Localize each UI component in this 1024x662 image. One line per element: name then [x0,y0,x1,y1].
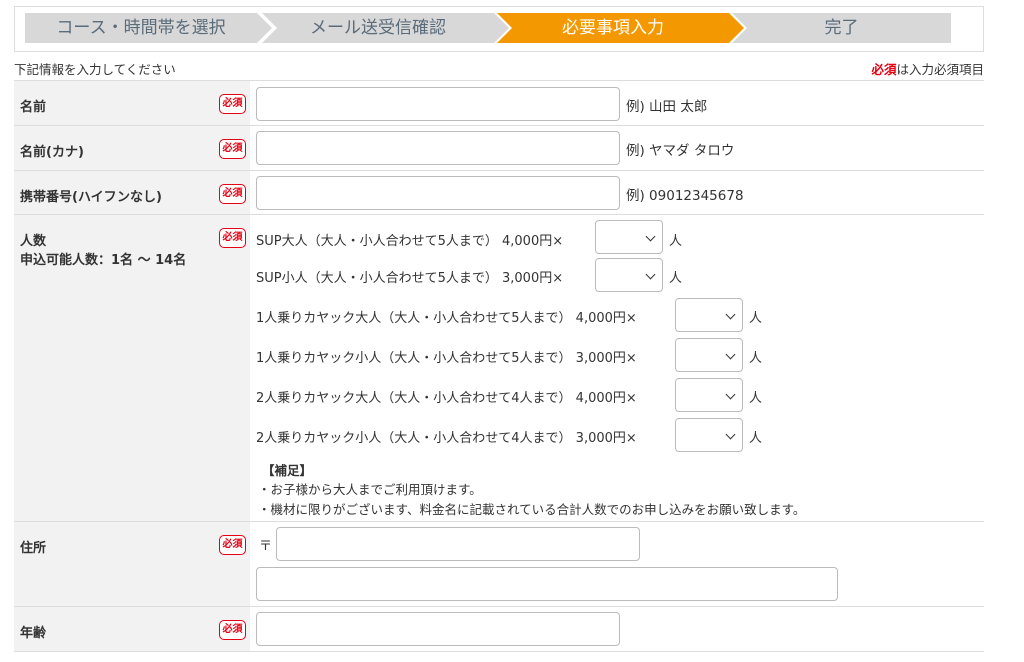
people-option-label: SUP大人（大人・小人合わせて5人まで） 4,000円× [256,234,564,249]
reservation-form: 名前 必須 例) 山田 太郎 名前(カナ) 必須 例) ヤマダ タロウ 携帯番号… [14,80,984,652]
row-name: 名前 必須 例) 山田 太郎 [14,81,984,126]
step-mail-confirm: メール送受信確認 [262,13,509,43]
address-input[interactable] [256,567,838,601]
people-option-label: 1人乗りカヤック小人（大人・小人合わせて5人まで） 3,000円× [256,351,637,366]
people-select[interactable] [675,418,743,452]
required-badge: 必須 [219,94,246,114]
people-sublabel: 申込可能人数：1名 ～ 14名 [20,253,187,268]
chevron-down-icon [645,269,656,280]
people-option-label: 1人乗りカヤック大人（大人・小人合わせて5人まで） 4,000円× [256,311,637,326]
people-unit: 人 [749,351,763,366]
name-label: 名前 [20,100,47,115]
age-label: 年齢 [20,626,47,641]
required-badge: 必須 [219,184,246,204]
age-input[interactable] [256,612,620,646]
people-select[interactable] [675,338,743,372]
people-unit: 人 [669,234,683,249]
chevron-down-icon [725,429,736,440]
people-unit: 人 [749,431,763,446]
postal-code-input[interactable] [276,527,640,561]
row-address: 住所 必須 〒 [14,522,984,607]
progress-steps: コース・時間帯を選択 メール送受信確認 必要事項入力 完了 [14,6,984,52]
address-label: 住所 [20,541,47,556]
chevron-down-icon [645,231,656,242]
label-cell: 住所 必須 [14,522,250,606]
people-label: 人数 [20,234,47,249]
required-badge: 必須 [219,228,246,248]
label-cell: 人数 申込可能人数：1名 ～ 14名 必須 [14,215,250,521]
people-unit: 人 [749,391,763,406]
name-input[interactable] [256,87,620,121]
chevron-down-icon [725,309,736,320]
notes-line: ・機材に限りがございます、料金名に記載されている合計人数でのお申し込みをお願い致… [258,502,806,517]
people-option-label: 2人乗りカヤック大人（大人・小人合わせて4人まで） 4,000円× [256,391,637,406]
row-age: 年齢 必須 [14,607,984,652]
required-badge: 必須 [219,535,246,555]
people-select[interactable] [595,220,663,254]
kana-example: 例) ヤマダ タロウ [626,143,735,159]
people-unit: 人 [749,311,763,326]
postal-mark: 〒 [259,539,273,554]
label-cell: 携帯番号(ハイフンなし) 必須 [14,171,250,214]
people-option-label: SUP小人（大人・小人合わせて5人まで） 3,000円× [256,271,564,286]
step-complete: 完了 [732,13,951,43]
required-legend: 必須は入力必須項目 [871,59,984,78]
required-legend-word: 必須 [871,62,897,77]
step-input-required: 必要事項入力 [497,13,744,43]
people-select[interactable] [675,298,743,332]
phone-example: 例) 09012345678 [626,188,744,204]
people-unit: 人 [669,271,683,286]
required-legend-text: は入力必須項目 [896,62,984,77]
label-cell: 名前 必須 [14,81,250,125]
required-badge: 必須 [219,139,246,159]
chevron-down-icon [725,389,736,400]
kana-label: 名前(カナ) [20,145,84,160]
row-people: 人数 申込可能人数：1名 ～ 14名 必須 SUP大人（大人・小人合わせて5人ま… [14,215,984,522]
label-cell: 名前(カナ) 必須 [14,126,250,170]
phone-label: 携帯番号(ハイフンなし) [20,190,162,205]
phone-input[interactable] [256,176,620,210]
step-course-select: コース・時間帯を選択 [25,13,272,43]
people-select[interactable] [595,258,663,292]
kana-input[interactable] [256,131,620,165]
row-kana: 名前(カナ) 必須 例) ヤマダ タロウ [14,126,984,171]
notes-line: ・お子様から大人までご利用頂けます。 [258,482,482,497]
label-cell: 年齢 必須 [14,607,250,651]
row-phone: 携帯番号(ハイフンなし) 必須 例) 09012345678 [14,171,984,215]
notes-heading: 【補足】 [262,463,313,478]
chevron-down-icon [725,349,736,360]
required-badge: 必須 [219,620,246,640]
people-select[interactable] [675,378,743,412]
name-example: 例) 山田 太郎 [626,99,708,115]
people-option-label: 2人乗りカヤック小人（大人・小人合わせて4人まで） 3,000円× [256,431,637,446]
intro-text: 下記情報を入力してください [14,62,176,77]
